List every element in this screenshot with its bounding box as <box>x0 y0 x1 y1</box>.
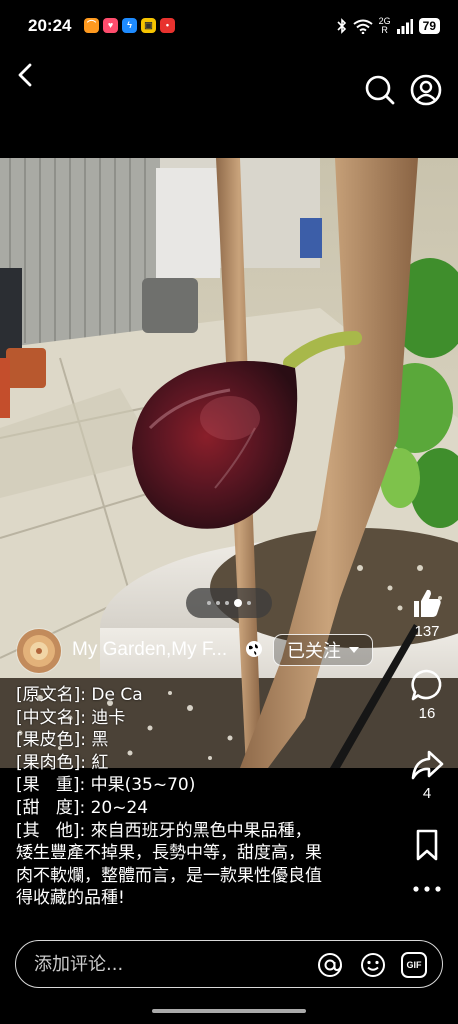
system-icons: 2G R 79 <box>337 17 440 35</box>
carousel-indicator[interactable] <box>186 588 272 618</box>
network-type: 2G R <box>378 16 391 35</box>
avatar-image <box>17 629 61 673</box>
status-time: 20:24 <box>28 16 72 35</box>
red-heart-app-icon: ♥ <box>103 18 118 33</box>
back-button[interactable] <box>14 62 40 88</box>
orange-app-icon: ⌒ <box>84 18 99 33</box>
wifi-icon <box>353 19 373 34</box>
caption-line: [甜 度]: 20~24 <box>16 797 149 818</box>
caption-line: [果皮色]: 黑 <box>16 730 109 751</box>
author-row: My Garden,My F... 已关注 <box>16 628 396 674</box>
red-app-icon: • <box>160 18 175 33</box>
comment-bubble-icon[interactable] <box>410 668 444 702</box>
post-caption: [原文名]: De Ca [中文名]: 迪卡 [果皮色]: 黑 [果肉色]: 紅… <box>16 684 380 910</box>
share-arrow-icon[interactable] <box>410 748 444 782</box>
search-icon <box>365 75 395 105</box>
chevron-left-icon <box>18 63 32 87</box>
follow-button-label: 已关注 <box>287 641 341 662</box>
bookmark-action <box>400 828 454 862</box>
globe-icon <box>246 641 262 657</box>
like-count: 137 <box>414 623 440 640</box>
notification-icons: ⌒ ♥ ϟ ▣ • <box>84 18 175 33</box>
messenger-icon: ϟ <box>122 18 137 33</box>
comment-bar: GIF <box>15 940 443 988</box>
caption-line: [其 他]: 來自西班牙的黑色中果品種， <box>16 820 312 841</box>
avatar[interactable] <box>16 628 62 674</box>
profile-button[interactable] <box>410 74 442 106</box>
carousel-dot <box>247 601 251 605</box>
like-action: 137 <box>400 586 454 640</box>
share-action: 4 <box>400 748 454 802</box>
mention-at-icon[interactable] <box>317 952 343 978</box>
battery-indicator: 79 <box>418 18 440 34</box>
user-circle-icon <box>410 74 442 106</box>
status-bar: 20:24 ⌒ ♥ ϟ ▣ • 2G R 79 <box>0 0 458 52</box>
caption-line: [果肉色]: 紅 <box>16 752 109 773</box>
gif-button[interactable]: GIF <box>401 952 427 978</box>
carousel-dot <box>225 601 229 605</box>
fig-photo-illustration <box>0 158 458 768</box>
comment-input[interactable] <box>34 951 284 977</box>
caption-line: [原文名]: De Ca <box>16 685 143 705</box>
carousel-dot <box>207 601 211 605</box>
more-action <box>400 882 454 896</box>
more-horizontal-icon[interactable] <box>410 882 444 896</box>
caption-line: [果 重]: 中果(35~70) <box>16 775 196 796</box>
comment-action: 16 <box>400 668 454 722</box>
comment-count: 16 <box>418 705 436 722</box>
caption-line: [中文名]: 迪卡 <box>16 707 126 728</box>
carousel-dot-active <box>234 599 242 607</box>
thumbs-up-icon[interactable] <box>410 586 444 620</box>
caption-line: 矮生豐產不掉果，長勢中等，甜度高，果 <box>16 843 322 864</box>
search-button[interactable] <box>364 74 396 106</box>
yellow-app-icon: ▣ <box>141 18 156 33</box>
follow-button[interactable]: 已关注 <box>273 634 373 666</box>
share-count: 4 <box>422 785 432 802</box>
bluetooth-icon <box>337 18 346 34</box>
caption-line: 肉不軟爛，整體而言，是一款果性優良值 <box>16 865 322 886</box>
signal-icon <box>396 18 413 34</box>
post-photo[interactable] <box>0 158 458 768</box>
home-indicator[interactable] <box>152 1009 306 1013</box>
emoji-icon[interactable] <box>360 952 386 978</box>
top-navigation <box>0 52 458 132</box>
author-name[interactable]: My Garden,My F... <box>72 639 227 661</box>
gif-label: GIF <box>406 960 422 970</box>
caret-down-icon <box>349 647 359 653</box>
carousel-dot <box>216 601 220 605</box>
caption-line: 得收藏的品種! <box>16 888 125 909</box>
bookmark-icon[interactable] <box>410 828 444 862</box>
